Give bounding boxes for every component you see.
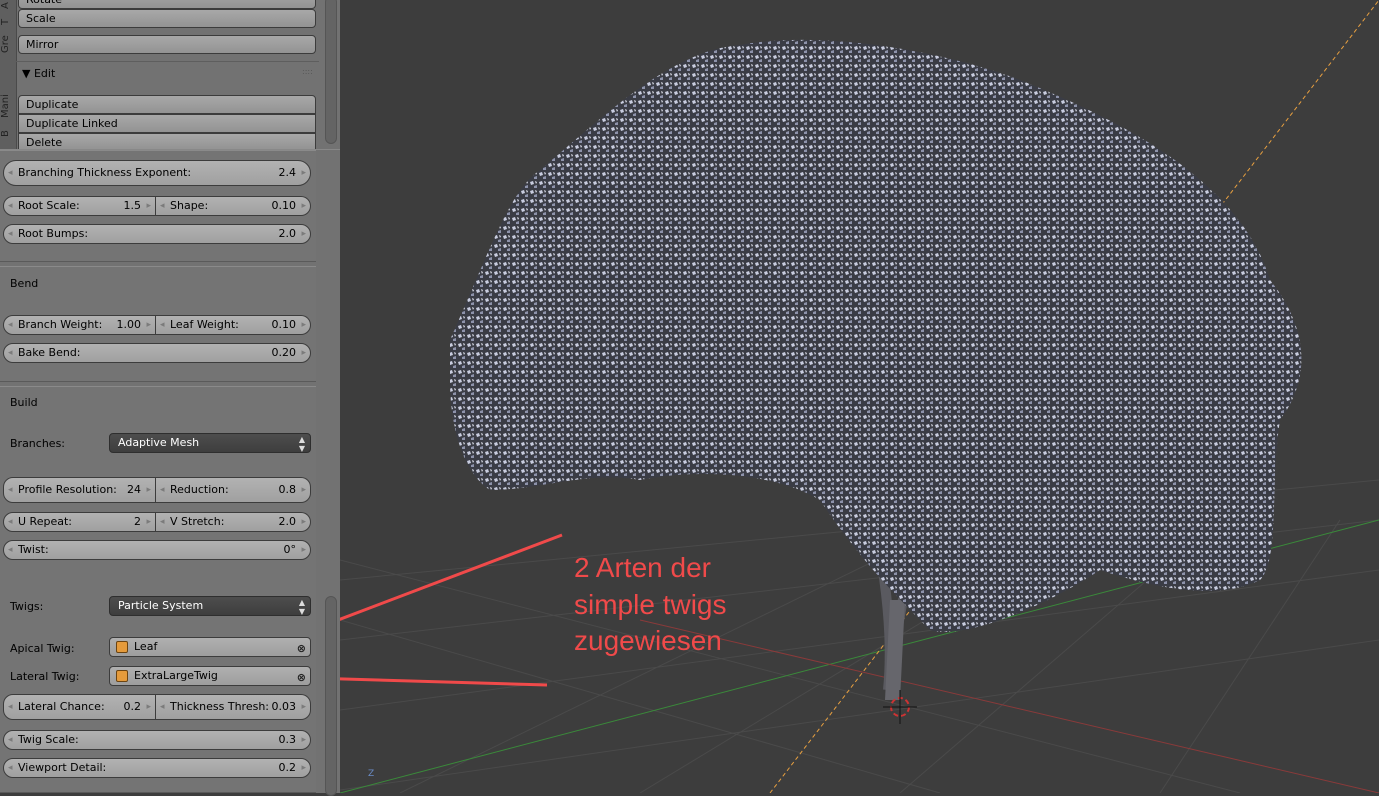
edit-header[interactable]: ▼ Edit <box>22 67 55 80</box>
field-value: 1.00 <box>116 318 142 331</box>
branches-select[interactable]: Adaptive Mesh ▲ ▼ <box>109 433 311 453</box>
field-value: 24 <box>127 483 141 496</box>
field-label: Shape: <box>170 199 209 212</box>
toolbar-scrollbar[interactable] <box>325 0 337 144</box>
lateral-twig-label: Lateral Twig: <box>10 670 80 683</box>
field-value: 0.10 <box>271 318 297 331</box>
u-repeat-field[interactable]: U Repeat: 2 <box>3 512 156 532</box>
reduction-field[interactable]: Reduction: 0.8 <box>156 477 311 503</box>
field-label: Viewport Detail: <box>18 761 107 774</box>
object-cube-icon <box>116 670 128 682</box>
root-bumps-field[interactable]: Root Bumps: 2.0 <box>3 224 311 244</box>
twigs-select[interactable]: Particle System ▲ ▼ <box>109 596 311 616</box>
tab-manipulator[interactable]: Mani <box>0 88 16 124</box>
field-label: Branch Weight: <box>18 318 103 331</box>
field-label: Reduction: <box>170 483 229 496</box>
field-label: Twig Scale: <box>18 733 79 746</box>
field-label: Leaf Weight: <box>170 318 239 331</box>
drag-handle-icon[interactable]: :::: <box>302 67 313 76</box>
field-label: Lateral Chance: <box>18 700 105 713</box>
annotation-arrows <box>340 533 563 687</box>
field-value: 0.20 <box>271 346 297 359</box>
field-value: 0° <box>283 543 297 556</box>
viewport-detail-field[interactable]: Viewport Detail: 0.2 <box>3 758 311 778</box>
twig-scale-field[interactable]: Twig Scale: 0.3 <box>3 730 311 750</box>
root-scale-field[interactable]: Root Scale: 1.5 <box>3 196 156 216</box>
field-label: V Stretch: <box>170 515 225 528</box>
field-value: 2.0 <box>278 515 297 528</box>
field-value: 0.2 <box>278 761 297 774</box>
object-cube-icon <box>116 641 128 653</box>
v-stretch-field[interactable]: V Stretch: 2.0 <box>156 512 311 532</box>
duplicate-linked-button[interactable]: Duplicate Linked <box>18 114 316 133</box>
annotation-line: 2 Arten der <box>574 552 711 583</box>
field-label: Thickness Thresh: <box>170 700 270 713</box>
twigs-label: Twigs: <box>10 600 44 613</box>
field-label: U Repeat: <box>18 515 72 528</box>
tab-b[interactable]: B <box>0 126 16 142</box>
field-value: 0.2 <box>123 700 142 713</box>
profile-resolution-field[interactable]: Profile Resolution: 24 <box>3 477 156 503</box>
field-label: Bake Bend: <box>18 346 81 359</box>
duplicate-button[interactable]: Duplicate <box>18 95 316 114</box>
x-axis-line <box>639 619 1379 793</box>
annotation-line: zugewiesen <box>574 625 722 656</box>
field-value: 1.5 <box>123 199 142 212</box>
apical-twig-label: Apical Twig: <box>10 642 75 655</box>
clear-icon[interactable]: ⊗ <box>297 669 306 687</box>
branches-value: Adaptive Mesh <box>118 436 200 449</box>
updown-arrow-icon: ▲ ▼ <box>298 435 305 453</box>
lateral-chance-field[interactable]: Lateral Chance: 0.2 <box>3 694 156 720</box>
lateral-twig-field[interactable]: ExtraLargeTwig ⊗ <box>109 666 311 686</box>
lateral-twig-value: ExtraLargeTwig <box>134 669 218 682</box>
field-label: Root Bumps: <box>18 227 89 240</box>
mirror-button[interactable]: Mirror <box>18 35 316 54</box>
tab-grease[interactable]: Gre <box>0 32 16 56</box>
shape-field[interactable]: Shape: 0.10 <box>156 196 311 216</box>
annotation-line: simple twigs <box>574 589 726 620</box>
field-value: 2 <box>134 515 141 528</box>
toolbar-tabs: A T Gre Mani B <box>0 0 17 150</box>
rotate-button[interactable]: Rotate <box>18 0 316 9</box>
3d-viewport[interactable]: Z 2 Arten der simple twigs zugewiesen <box>340 0 1379 793</box>
clear-icon[interactable]: ⊗ <box>297 640 306 658</box>
field-value: 2.0 <box>278 227 297 240</box>
field-value: 0.3 <box>278 733 297 746</box>
axis-label: Z <box>368 769 374 779</box>
divider <box>15 61 319 62</box>
properties-panel: A T Gre Mani B Rotate Scale Mirror ▼ Edi… <box>0 0 340 796</box>
field-value: 0.10 <box>271 199 297 212</box>
field-label: Root Scale: <box>18 199 80 212</box>
thickness-thresh-field[interactable]: Thickness Thresh:0.03 <box>156 694 311 720</box>
twist-field[interactable]: Twist: 0° <box>3 540 311 560</box>
field-label: Twist: <box>18 543 49 556</box>
apical-twig-value: Leaf <box>134 640 158 653</box>
field-label: Profile Resolution: <box>18 483 117 496</box>
field-value: 0.8 <box>278 483 297 496</box>
leaf-weight-field[interactable]: Leaf Weight: 0.10 <box>156 315 311 335</box>
delete-button[interactable]: Delete <box>18 133 316 150</box>
tab-t[interactable]: T <box>0 14 16 30</box>
edit-header-label: Edit <box>33 67 56 80</box>
build-title[interactable]: Build <box>10 396 38 409</box>
tab-a[interactable]: A <box>0 0 16 12</box>
annotation-text: 2 Arten der simple twigs zugewiesen <box>574 552 726 656</box>
branches-label: Branches: <box>10 437 66 450</box>
branch-weight-field[interactable]: Branch Weight: 1.00 <box>3 315 156 335</box>
bend-title[interactable]: Bend <box>10 277 38 290</box>
apical-twig-field[interactable]: Leaf ⊗ <box>109 637 311 657</box>
bake-bend-field[interactable]: Bake Bend: 0.20 <box>3 343 311 363</box>
field-value: 0.03 <box>271 700 297 713</box>
updown-arrow-icon: ▲ ▼ <box>298 598 305 616</box>
twigs-value: Particle System <box>118 599 204 612</box>
branching-thickness-exponent-field[interactable]: Branching Thickness Exponent: 2.4 <box>3 160 311 186</box>
scale-button[interactable]: Scale <box>18 9 316 28</box>
field-label: Branching Thickness Exponent: <box>18 166 192 179</box>
field-value: 2.4 <box>278 166 297 179</box>
properties-scrollbar[interactable] <box>325 596 337 796</box>
